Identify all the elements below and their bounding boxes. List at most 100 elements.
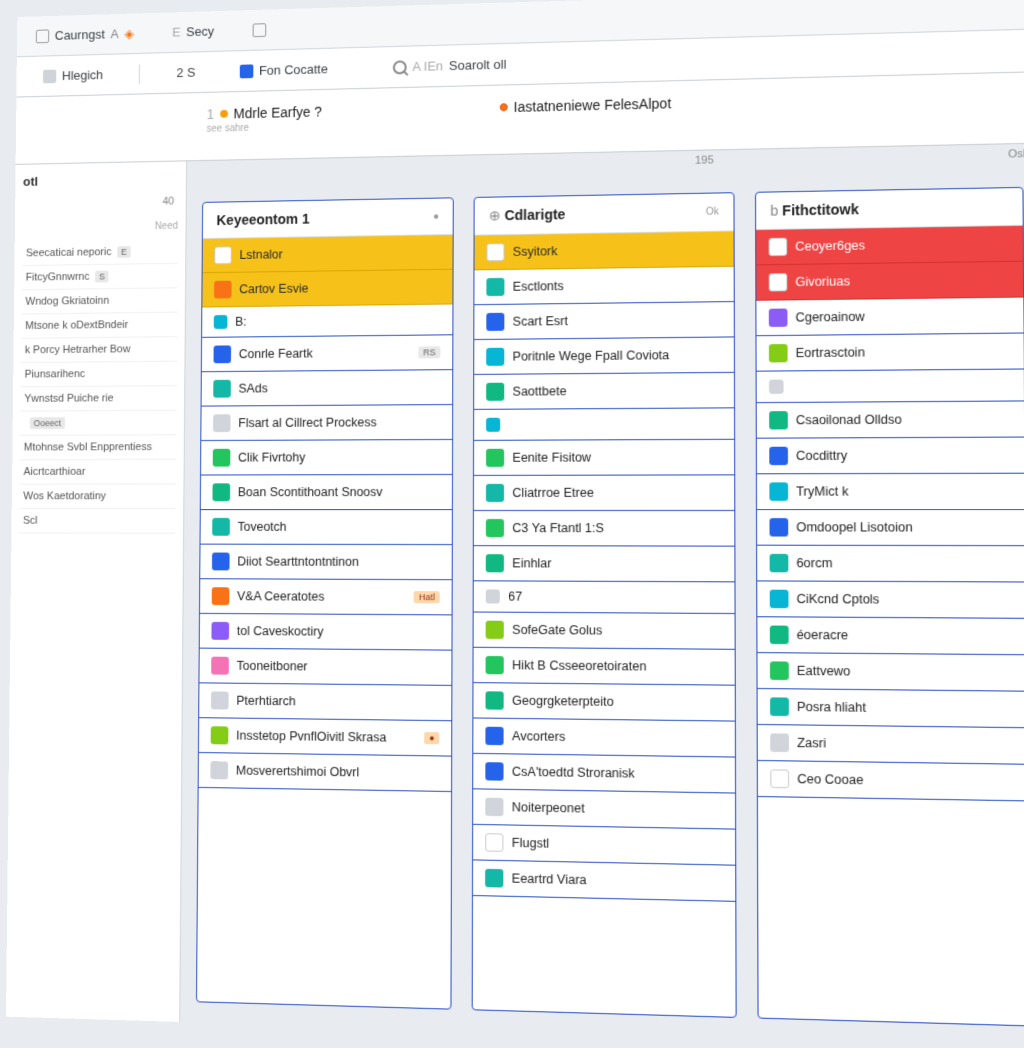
card[interactable]: Saottbete <box>474 373 733 410</box>
card[interactable]: Eenite Fisitow <box>474 440 734 476</box>
card-label: Zasri <box>797 736 826 751</box>
card[interactable]: Poritnle Wege Fpall Coviota <box>475 337 734 374</box>
tab-2[interactable]: Iastatneniewe FelesAlpot <box>500 95 672 115</box>
card[interactable]: Cgeroainow <box>756 298 1024 337</box>
sidebar-item[interactable]: Ooeect <box>20 411 176 436</box>
sidebar-item[interactable]: k Porcy Hetrarher Bow <box>21 337 177 363</box>
card-chip-icon <box>487 348 505 366</box>
card-label: Mosverertshimoi Obvrl <box>236 764 359 780</box>
sidebar-item-label: Piunsarihenc <box>25 368 86 380</box>
sidebar-item[interactable]: Seecaticai neporicE <box>22 239 178 266</box>
card-label: Conrle Feartk <box>239 347 313 361</box>
card[interactable]: Scart Esrt <box>475 302 734 340</box>
column-header[interactable]: Keyeeontom 1● <box>203 198 453 239</box>
card-label: Insstetop PvnflOivitl Skrasa <box>236 729 386 745</box>
card[interactable]: Mosverertshimoi Obvrl <box>199 753 452 792</box>
sidebar-item[interactable]: FitcyGnnwrncS <box>22 264 178 290</box>
card-chip-icon <box>211 622 229 640</box>
card[interactable]: Cocdittry <box>756 438 1024 475</box>
card[interactable]: Eortrasctoin <box>756 334 1024 372</box>
card[interactable]: Flugstl <box>473 825 734 866</box>
card[interactable]: Diiot Searttntontntinon <box>200 545 452 581</box>
card[interactable]: SofeGate Golus <box>474 613 734 650</box>
card[interactable]: Tooneitboner <box>199 649 451 686</box>
sidebar-item[interactable]: Wos Kaetdoratiny <box>19 484 175 509</box>
menu-item-1[interactable]: Caurngst A ◈ <box>36 26 134 44</box>
card-label: SofeGate Golus <box>512 623 602 638</box>
card-chip-icon <box>211 726 229 744</box>
card[interactable]: Csaoilonad Olldso <box>756 401 1024 438</box>
card-chip-icon <box>768 273 787 291</box>
card[interactable]: Zasri <box>757 725 1024 765</box>
card-label: Flsart al Cillrect Prockess <box>238 415 376 430</box>
toolbar-item-2[interactable]: 2 S <box>169 61 203 84</box>
card[interactable]: V&A CeeratotesHatl <box>200 579 452 615</box>
card[interactable]: CiKcnd Cptols <box>757 581 1024 618</box>
card[interactable]: tol Caveskoctiry <box>200 614 452 651</box>
card[interactable]: Hikt B Csseeoretoiraten <box>474 648 735 686</box>
card[interactable]: Boan Scontithoant Snoosv <box>201 475 453 510</box>
sidebar-item[interactable]: Mtsone k oDextBndeir <box>21 313 177 339</box>
toolbar-item-1[interactable]: Hlegich <box>35 63 110 87</box>
card[interactable]: Conrle FeartkRS <box>202 335 453 372</box>
card[interactable]: Esctlonts <box>475 267 734 305</box>
card[interactable]: Eeartrd Viara <box>473 860 735 901</box>
card[interactable]: Noiterpeonet <box>473 789 734 829</box>
card[interactable]: 6orcm <box>757 546 1024 583</box>
card-badge: Hatl <box>414 591 440 603</box>
sidebar-item-label: FitcyGnnwrnc <box>26 271 90 284</box>
card[interactable] <box>474 408 733 441</box>
tab-1[interactable]: 1 Mdrle Earfye ? see sahre <box>207 104 322 135</box>
card-label: Hikt B Csseeoretoiraten <box>512 658 646 673</box>
card[interactable]: Ceoyer6ges <box>756 226 1023 266</box>
menu-item-3[interactable] <box>253 23 267 37</box>
card[interactable]: SAds <box>202 370 453 406</box>
card[interactable]: Cartov Esvie <box>202 270 453 308</box>
card[interactable]: Ceo Cooae <box>757 761 1024 801</box>
card[interactable]: Givoriuas <box>756 262 1023 301</box>
card[interactable]: Posra hliaht <box>757 689 1024 728</box>
card-badge: ● <box>424 732 439 744</box>
card[interactable]: Eattvewo <box>757 653 1024 692</box>
card[interactable]: Lstnalor <box>203 235 453 273</box>
sidebar-item[interactable]: Wndog Gkriatoinn <box>22 288 178 314</box>
search-box[interactable]: A IEn Soarolt oll <box>385 53 515 79</box>
sidebar-item[interactable]: Ywnstsd Puiche rie <box>20 386 176 411</box>
card-chip-icon <box>486 484 504 502</box>
card[interactable]: 67 <box>474 581 734 614</box>
card[interactable]: Einhlar <box>474 546 734 582</box>
card[interactable]: Clik Fivrtohy <box>201 440 452 476</box>
board-column: ⊕ CdlarigteOkSsyitork Esctlonts Scart Esrt… <box>472 192 736 1018</box>
sidebar: otl 40 Need Seecaticai neporicEFitcyGnnw… <box>6 161 187 1022</box>
column-header[interactable]: b Fithctitowk <box>756 188 1023 230</box>
sidebar-item-label: Wos Kaetdoratiny <box>23 490 106 502</box>
card[interactable]: Insstetop PvnflOivitl Skrasa ● <box>199 718 452 756</box>
column-header[interactable]: ⊕ CdlarigteOk <box>475 193 733 235</box>
sidebar-item-label: Scl <box>23 515 38 527</box>
sidebar-item[interactable]: Piunsarihenc <box>21 362 177 388</box>
card[interactable]: Avcorters <box>474 718 735 757</box>
card[interactable]: Flsart al Cillrect Prockess <box>201 405 452 441</box>
toolbar-item-3[interactable]: Fon Cocatte <box>232 57 336 82</box>
card[interactable]: Toveotch <box>200 510 452 545</box>
card[interactable]: Ssyitork <box>475 231 733 270</box>
card[interactable]: B: <box>202 304 453 337</box>
card[interactable]: C3 Ya Ftantl 1:S <box>474 511 734 547</box>
card-label: Esctlonts <box>513 279 564 294</box>
card[interactable]: Pterhtiarch <box>199 683 452 721</box>
sidebar-item[interactable]: Mtohnse Svbl Enpprentiess <box>20 435 176 460</box>
menu-item-2[interactable]: E Secy <box>172 24 214 40</box>
sidebar-item[interactable]: Scl <box>19 509 176 534</box>
card-label: Eenite Fisitow <box>512 450 591 464</box>
card[interactable] <box>756 370 1024 404</box>
card[interactable]: éoeracre <box>757 617 1024 655</box>
card[interactable]: TryMict k <box>757 474 1024 510</box>
card[interactable]: Geogrgketerpteito <box>474 683 735 721</box>
card[interactable]: CsA'toedtd Stroranisk <box>474 754 735 794</box>
board-column: b FithctitowkCeoyer6gesGivoriuasCgeroain… <box>755 187 1024 1027</box>
card[interactable]: Cliatrroe Etree <box>474 475 734 511</box>
card[interactable]: Omdoopel Lisotoion <box>757 510 1024 546</box>
sidebar-item[interactable]: Aicrtcarthioar <box>20 460 176 485</box>
board-column: Keyeeontom 1●LstnalorCartov EsvieB:Conrl… <box>196 197 454 1009</box>
card-label: Tooneitboner <box>237 659 308 674</box>
